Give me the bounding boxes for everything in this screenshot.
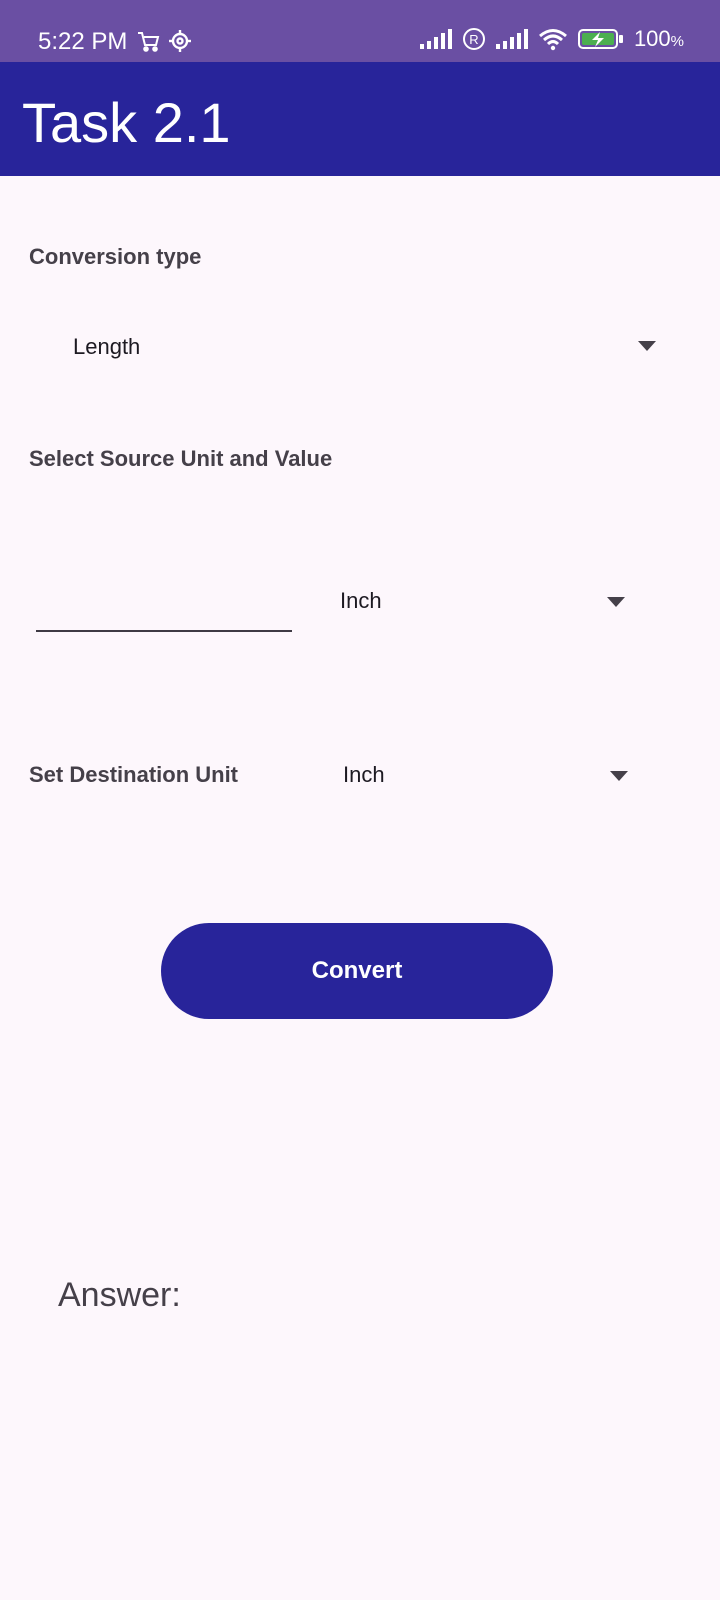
destination-unit-spinner[interactable]: Inch — [333, 744, 643, 808]
conversion-type-value: Length — [73, 334, 141, 359]
source-value-input[interactable] — [36, 580, 292, 632]
destination-unit-value: Inch — [343, 762, 385, 787]
dropdown-arrow-icon — [607, 597, 625, 607]
registered-icon: R — [462, 28, 485, 50]
convert-button[interactable]: Convert — [161, 923, 553, 1019]
signal-icon — [495, 29, 528, 49]
dropdown-arrow-icon — [610, 771, 628, 781]
status-right-icons: R 100% — [419, 26, 684, 52]
conversion-type-spinner[interactable]: Length — [29, 310, 669, 380]
source-section-label: Select Source Unit and Value — [29, 446, 333, 471]
status-left-icons — [136, 28, 206, 59]
app-bar: Task 2.1 — [0, 62, 720, 176]
signal-icon — [419, 29, 452, 49]
conversion-type-label: Conversion type — [29, 244, 202, 269]
battery-charging-icon — [577, 29, 623, 49]
settings-icon — [169, 30, 191, 52]
wifi-icon — [538, 29, 567, 51]
cart-icon — [138, 32, 160, 52]
status-bar: 5:22 PM R 100% — [0, 0, 720, 62]
status-time: 5:22 PM — [38, 28, 128, 55]
cart-settings-icons — [138, 30, 191, 52]
battery-percent: 100% — [633, 26, 684, 51]
answer-label: Answer: — [58, 1276, 181, 1314]
source-unit-value: Inch — [340, 588, 382, 613]
destination-unit-label: Set Destination Unit — [29, 762, 239, 787]
app-title: Task 2.1 — [22, 91, 231, 154]
dropdown-arrow-icon — [638, 341, 656, 351]
source-unit-spinner[interactable]: Inch — [330, 570, 640, 634]
svg-text:R: R — [469, 32, 478, 47]
